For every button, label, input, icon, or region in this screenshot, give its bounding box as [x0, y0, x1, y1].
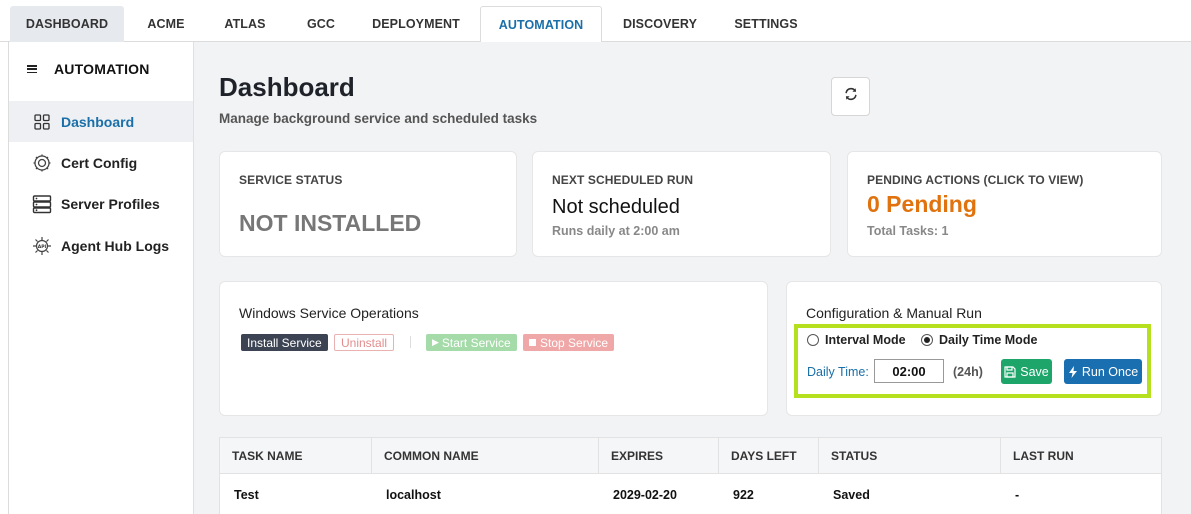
next-run-sub: Runs daily at 2:00 am [552, 224, 680, 238]
sidebar-header: AUTOMATION [27, 61, 150, 77]
install-service-button[interactable]: Install Service [241, 334, 328, 351]
tab-gcc[interactable]: GCC [290, 6, 352, 42]
service-operations-title: Windows Service Operations [239, 305, 419, 321]
table-header: TASK NAME COMMON NAME EXPIRES DAYS LEFT … [220, 438, 1161, 474]
sidebar: AUTOMATION Dashboard Cert Config Server … [9, 42, 194, 514]
cell-status: Saved [833, 488, 870, 502]
sidebar-item-label: Cert Config [61, 154, 138, 171]
column-header-task-name[interactable]: TASK NAME [220, 438, 372, 474]
run-once-button[interactable]: Run Once [1064, 359, 1142, 384]
sidebar-item-label: Dashboard [61, 113, 135, 130]
column-header-days-left[interactable]: DAYS LEFT [719, 438, 819, 474]
floppy-icon [1004, 365, 1016, 378]
sidebar-item-cert-config[interactable]: Cert Config [9, 142, 193, 183]
page-subtitle: Manage background service and scheduled … [219, 111, 538, 126]
top-tab-bar: DASHBOARD ACME ATLAS GCC DEPLOYMENT AUTO… [0, 0, 1191, 43]
api-log-icon: API [32, 236, 52, 256]
refresh-icon [843, 86, 859, 107]
sidebar-item-server-profiles[interactable]: Server Profiles [9, 183, 193, 224]
start-service-label: Start Service [441, 335, 511, 350]
tab-settings[interactable]: SETTINGS [718, 6, 814, 42]
configuration-title: Configuration & Manual Run [806, 305, 982, 321]
uninstall-button[interactable]: Uninstall [334, 334, 395, 351]
service-operations-panel: Windows Service Operations Install Servi… [219, 281, 768, 416]
service-status-label: SERVICE STATUS [239, 173, 343, 187]
daily-time-mode-radio[interactable]: Daily Time Mode [921, 333, 1037, 347]
radio-checked-icon [921, 334, 933, 346]
interval-mode-label: Interval Mode [825, 333, 906, 347]
column-header-last-run[interactable]: LAST RUN [1001, 438, 1161, 474]
pending-actions-label: PENDING ACTIONS (CLICK TO VIEW) [867, 173, 1084, 187]
sidebar-item-agent-hub-logs[interactable]: API Agent Hub Logs [9, 225, 193, 266]
pending-actions-card[interactable]: PENDING ACTIONS (CLICK TO VIEW) 0 Pendin… [847, 151, 1162, 257]
next-run-value: Not scheduled [552, 196, 680, 218]
tasks-table: TASK NAME COMMON NAME EXPIRES DAYS LEFT … [219, 437, 1162, 514]
server-icon [32, 194, 52, 214]
tab-dashboard[interactable]: DASHBOARD [10, 6, 124, 42]
sidebar-item-label: Agent Hub Logs [61, 237, 170, 254]
content-frame: AUTOMATION Dashboard Cert Config Server … [8, 42, 1191, 514]
save-label: Save [1020, 364, 1049, 379]
play-icon: ▶ [432, 337, 439, 347]
refresh-button[interactable] [831, 77, 870, 116]
daily-time-input[interactable] [874, 359, 944, 383]
cell-expires: 2029-02-20 [613, 488, 677, 502]
next-run-card: NEXT SCHEDULED RUN Not scheduled Runs da… [532, 151, 831, 257]
grid-icon [32, 112, 52, 132]
daily-time-label: Daily Time: [807, 365, 869, 379]
cell-common-name: localhost [386, 488, 441, 502]
svg-text:API: API [38, 243, 47, 249]
pending-count: 0 Pending [867, 191, 977, 217]
cell-days-left: 922 [733, 488, 754, 502]
tab-discovery[interactable]: DISCOVERY [612, 6, 708, 42]
run-once-label: Run Once [1081, 364, 1139, 379]
column-header-common-name[interactable]: COMMON NAME [372, 438, 599, 474]
tab-atlas[interactable]: ATLAS [210, 6, 280, 42]
radio-unchecked-icon [807, 334, 819, 346]
lightning-icon [1068, 365, 1077, 378]
sidebar-title: AUTOMATION [54, 61, 150, 77]
stop-service-label: Stop Service [540, 335, 609, 350]
divider [410, 336, 411, 348]
stop-service-button[interactable]: Stop Service [523, 334, 615, 351]
stop-icon [529, 339, 536, 346]
column-header-expires[interactable]: EXPIRES [599, 438, 719, 474]
sidebar-item-label: Server Profiles [61, 195, 160, 212]
total-tasks: Total Tasks: 1 [867, 224, 949, 238]
tab-acme[interactable]: ACME [132, 6, 200, 42]
interval-mode-radio[interactable]: Interval Mode [807, 333, 906, 347]
hamburger-menu-icon[interactable] [27, 65, 37, 73]
page-title: Dashboard [219, 72, 355, 102]
save-button[interactable]: Save [1001, 359, 1052, 384]
start-service-button[interactable]: ▶ Start Service [426, 334, 517, 351]
next-run-label: NEXT SCHEDULED RUN [552, 173, 694, 187]
sidebar-item-dashboard[interactable]: Dashboard [9, 101, 193, 142]
service-status-card: SERVICE STATUS NOT INSTALLED [219, 151, 517, 257]
column-header-status[interactable]: STATUS [819, 438, 1001, 474]
gear-icon [32, 153, 52, 173]
tab-deployment[interactable]: DEPLOYMENT [362, 6, 470, 42]
daily-time-mode-label: Daily Time Mode [939, 333, 1038, 347]
cell-last-run: - [1015, 488, 1020, 502]
table-row[interactable]: Test localhost 2029-02-20 922 Saved - [220, 475, 1161, 514]
configuration-panel: Configuration & Manual Run Interval Mode… [786, 281, 1162, 416]
service-status-value: NOT INSTALLED [239, 210, 422, 236]
cell-task-name: Test [234, 488, 259, 502]
time-format-hint: (24h) [953, 365, 983, 379]
tab-automation[interactable]: AUTOMATION [480, 6, 602, 43]
